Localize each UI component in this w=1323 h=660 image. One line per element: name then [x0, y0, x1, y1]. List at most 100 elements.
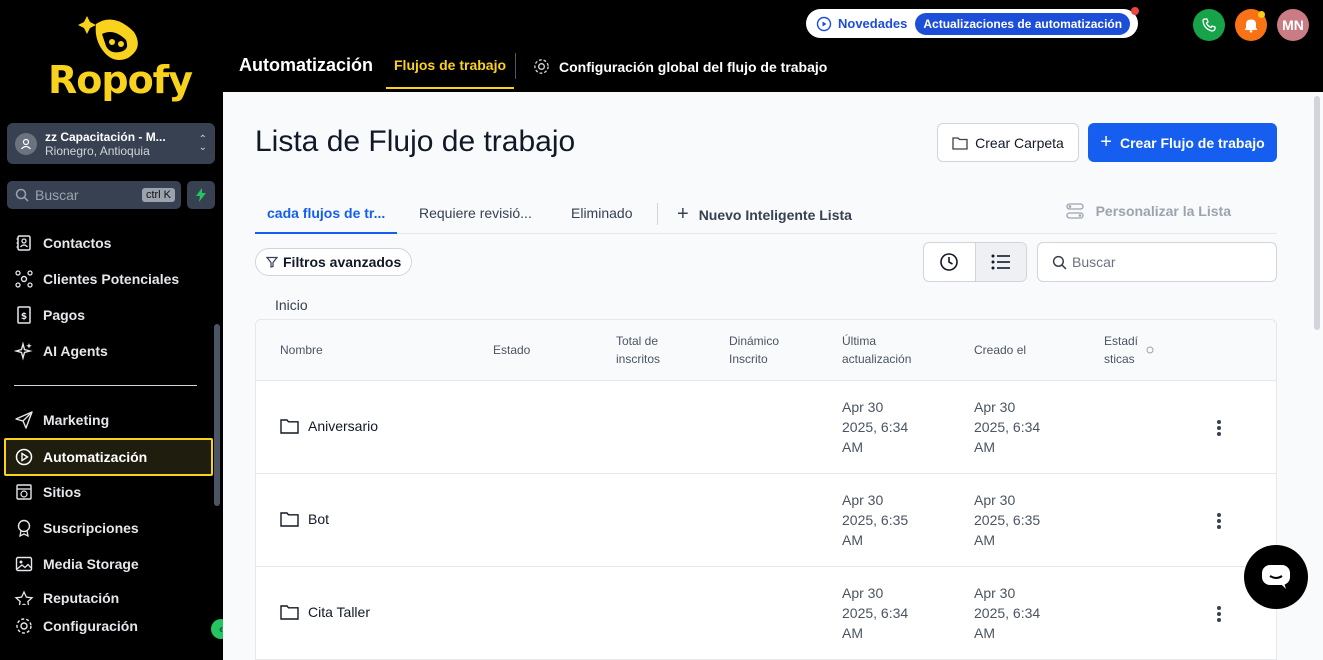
globe-icon [16, 484, 32, 500]
chevron-updown-icon: ⌃ ⌄ [198, 133, 207, 153]
workflow-name[interactable]: Bot [280, 511, 329, 527]
table-row[interactable]: Cita Taller Apr 30 2025, 6:34 AM Apr 30 … [256, 567, 1276, 660]
column-label: Total de [616, 334, 659, 348]
column-label: Última [842, 334, 877, 348]
column-nombre[interactable]: Nombre [280, 341, 323, 359]
column-label: actualización [842, 352, 912, 366]
tab-flujos-de-trabajo[interactable]: Flujos de trabajo [386, 47, 515, 89]
sidebar-item-pagos[interactable]: $ Pagos [14, 300, 210, 330]
chat-widget-button[interactable] [1244, 545, 1308, 609]
sidebar-item-automatizacion[interactable]: Automatización [4, 438, 213, 476]
sidebar-item-label: Contactos [43, 235, 112, 251]
sidebar-search[interactable]: Buscar ctrl K [7, 181, 181, 209]
badge-icon [17, 519, 31, 538]
send-icon [15, 411, 33, 429]
sidebar-scrollbar[interactable] [214, 324, 220, 506]
sidebar-item-reputacion[interactable]: Reputación [14, 585, 210, 605]
updated-date: Apr 30 2025, 6:35 AM [842, 490, 932, 550]
clock-icon [940, 253, 959, 271]
news-icon [816, 16, 832, 31]
bolt-icon [196, 188, 206, 202]
customize-list-button[interactable]: Personalizar la Lista [1065, 203, 1231, 219]
create-workflow-button[interactable]: + Crear Flujo de trabajo [1088, 123, 1277, 162]
folder-icon [280, 605, 299, 620]
column-label: Inscrito [729, 352, 768, 366]
row-menu-icon[interactable] [1211, 604, 1227, 624]
column-label: inscritos [616, 352, 661, 366]
bell-badge-dot [1258, 11, 1265, 18]
sidebar: Ropofy zz Capacitación - M... Rionegro, … [0, 0, 231, 660]
sidebar-item-label: Clientes Potenciales [43, 271, 180, 287]
sidebar-item-sitios[interactable]: Sitios [14, 477, 210, 507]
phone-icon [1202, 18, 1216, 32]
view-toggle [923, 242, 1027, 282]
column-label: Estadí [1104, 334, 1139, 348]
avatar[interactable]: MN [1277, 9, 1309, 41]
row-menu-icon[interactable] [1211, 511, 1227, 531]
sidebar-item-marketing[interactable]: Marketing [14, 405, 210, 435]
main-scrollbar[interactable] [1314, 96, 1320, 330]
sidebar-item-configuracion[interactable]: Configuración [14, 611, 210, 641]
column-ultima-actualizacion[interactable]: Última actualización [842, 332, 911, 368]
date-line: AM [974, 439, 995, 455]
shortcut-badge: ctrl K [141, 188, 175, 202]
network-icon [15, 270, 33, 288]
create-folder-button[interactable]: Crear Carpeta [937, 123, 1079, 162]
column-creado-el[interactable]: Creado el [974, 341, 1026, 359]
folder-icon [952, 136, 968, 150]
gear-icon [16, 618, 32, 634]
row-menu-icon[interactable] [1211, 418, 1227, 438]
table-row[interactable]: Aniversario Apr 30 2025, 6:34 AM Apr 30 … [256, 381, 1276, 474]
gear-icon [534, 59, 549, 74]
sidebar-item-label: AI Agents [43, 343, 108, 359]
sidebar-divider [14, 385, 197, 386]
chat-icon [1262, 565, 1290, 589]
news-pill[interactable]: Novedades Actualizaciones de automatizac… [806, 9, 1138, 38]
history-view-button[interactable] [924, 243, 975, 281]
date-line: 2025, 6:34 [842, 419, 909, 435]
sidebar-item-label: Media Storage [43, 556, 139, 572]
date-line: AM [974, 532, 995, 548]
quick-action-button[interactable] [187, 181, 215, 209]
main-content: Lista de Flujo de trabajo Crear Carpeta … [223, 92, 1323, 660]
list-tabs: cada flujos de tr... Requiere revisió...… [255, 197, 1277, 234]
sidebar-item-contactos[interactable]: Contactos [14, 228, 210, 258]
workflow-table: Nombre Estado Total de inscritos Dinámic… [255, 319, 1277, 660]
table-row[interactable]: Bot Apr 30 2025, 6:35 AM Apr 30 2025, 6:… [256, 474, 1276, 567]
column-total-inscritos[interactable]: Total de inscritos [616, 332, 660, 368]
advanced-filters-button[interactable]: Filtros avanzados [255, 248, 413, 276]
list-icon [991, 254, 1010, 270]
sidebar-item-media-storage[interactable]: Media Storage [14, 549, 210, 579]
news-badge[interactable]: Actualizaciones de automatización [915, 12, 1131, 35]
list-view-button[interactable] [974, 243, 1026, 281]
create-folder-label: Crear Carpeta [975, 134, 1064, 151]
column-label: sticas [1104, 352, 1135, 366]
tab-deleted[interactable]: Eliminado [571, 197, 632, 234]
location-switcher[interactable]: zz Capacitación - M... Rionegro, Antioqu… [7, 123, 215, 164]
updated-date: Apr 30 2025, 6:34 AM [842, 397, 932, 457]
sidebar-item-clientes-potenciales[interactable]: Clientes Potenciales [14, 264, 210, 294]
workflow-search-input[interactable]: Buscar [1037, 242, 1277, 282]
tab-all-workflows[interactable]: cada flujos de tr... [255, 197, 398, 234]
logo-text: Ropofy [48, 58, 193, 102]
workflow-name[interactable]: Cita Taller [280, 604, 370, 620]
sidebar-item-ai-agents[interactable]: AI Agents [14, 336, 210, 366]
new-smart-list-button[interactable]: + Nuevo Inteligente Lista [677, 203, 852, 226]
news-label: Novedades [838, 16, 908, 31]
breadcrumb[interactable]: Inicio [275, 297, 308, 313]
tab-needs-review[interactable]: Requiere revisió... [419, 197, 532, 234]
global-config-link[interactable]: Configuración global del flujo de trabaj… [532, 57, 827, 76]
sidebar-item-label: Reputación [43, 590, 120, 605]
workflow-name-label: Cita Taller [308, 604, 370, 620]
date-line: AM [842, 532, 863, 548]
column-dinamico-inscrito[interactable]: Dinámico Inscrito [729, 332, 779, 368]
location-icon [15, 132, 37, 155]
updated-date: Apr 30 2025, 6:34 AM [842, 583, 932, 643]
workflow-name[interactable]: Aniversario [280, 418, 378, 434]
column-estadisticas[interactable]: Estadí sticas [1104, 332, 1138, 368]
sidebar-item-label: Suscripciones [43, 520, 139, 536]
phone-button[interactable] [1193, 9, 1225, 41]
column-estado[interactable]: Estado [493, 341, 530, 359]
search-icon [15, 188, 29, 202]
sidebar-item-suscripciones[interactable]: Suscripciones [14, 513, 210, 543]
